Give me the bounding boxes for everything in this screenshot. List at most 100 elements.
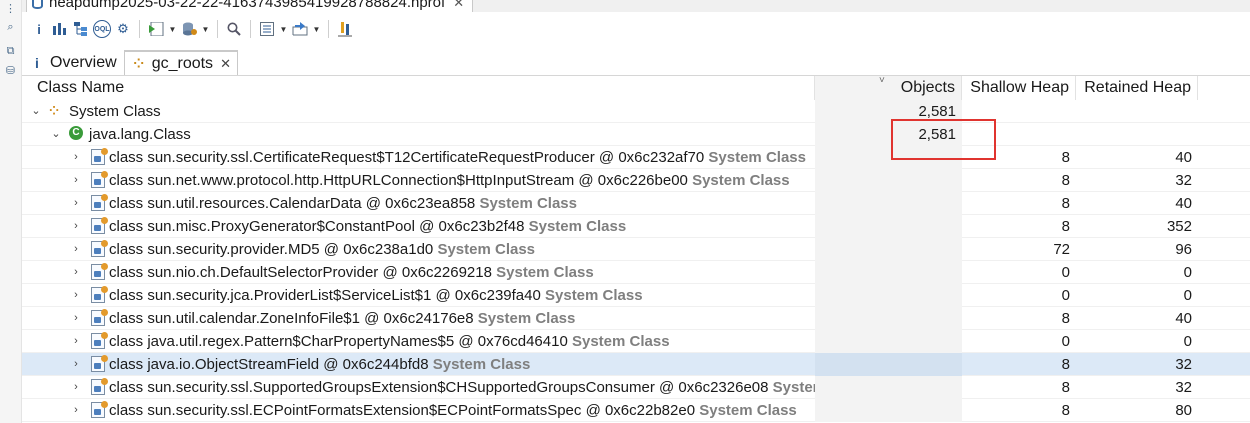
shallow-heap-cell: 8 xyxy=(1061,378,1070,396)
chevron-right-icon[interactable]: › xyxy=(70,399,82,422)
retained-heap-cell: 40 xyxy=(1175,194,1192,212)
toolbar-separator xyxy=(139,20,140,38)
table-row[interactable]: › class sun.security.ssl.ECPointFormatsEx… xyxy=(22,398,1250,422)
table-row[interactable]: › class sun.util.resources.CalendarData @… xyxy=(22,191,1250,215)
class-name-text: class sun.nio.ch.DefaultSelectorProvider… xyxy=(109,261,594,284)
database-icon xyxy=(32,0,43,9)
objects-cell xyxy=(815,283,962,307)
chevron-down-icon[interactable]: ▼ xyxy=(279,20,288,38)
class-object-icon xyxy=(91,377,108,395)
chevron-right-icon[interactable]: › xyxy=(70,238,82,261)
class-name-cell: › class java.io.ObjectStreamField @ 0x6c2… xyxy=(22,353,815,376)
table-row[interactable]: › class sun.util.calendar.ZoneInfoFile$1 … xyxy=(22,306,1250,330)
table-row[interactable]: › class sun.security.ssl.SupportedGroupsE… xyxy=(22,375,1250,399)
histogram-icon[interactable] xyxy=(51,20,69,38)
chevron-down-icon[interactable]: ⌄ xyxy=(30,100,42,123)
class-name-cell: › class sun.util.calendar.ZoneInfoFile$1 … xyxy=(22,307,815,330)
class-name-label: System Class xyxy=(69,102,161,120)
retained-heap-cell: 0 xyxy=(1183,332,1192,350)
filler-cell xyxy=(1198,261,1250,284)
chevron-down-icon[interactable]: ▼ xyxy=(168,20,177,38)
column-header-objects[interactable]: ˅ Objects xyxy=(815,75,962,100)
filler-cell xyxy=(1198,100,1250,123)
editor-tab-heapdump[interactable]: heapdump2025-03-22-22-416374398541992878… xyxy=(26,0,474,12)
class-name-label: class sun.misc.ProxyGenerator$ConstantPo… xyxy=(109,217,525,235)
table-row[interactable]: › class sun.nio.ch.DefaultSelectorProvide… xyxy=(22,260,1250,284)
chevron-right-icon[interactable]: › xyxy=(70,284,82,307)
class-name-cell: › class sun.net.www.protocol.http.HttpURL… xyxy=(22,169,815,192)
column-header-retained-heap[interactable]: Retained Heap xyxy=(1076,76,1198,100)
oql-icon[interactable]: OQL xyxy=(93,20,111,38)
chevron-right-icon[interactable]: › xyxy=(70,353,82,376)
retained-heap-cell xyxy=(1076,100,1198,123)
class-name-text: class java.io.ObjectStreamField @ 0x6c24… xyxy=(109,353,530,376)
pin-icon[interactable] xyxy=(336,20,354,38)
gc-roots-icon: ⁘ xyxy=(133,55,145,71)
table-row[interactable]: › class sun.security.jca.ProviderList$Ser… xyxy=(22,283,1250,307)
gc-roots-icon: ⁘ xyxy=(49,103,60,118)
thread-icon[interactable]: ⚙ xyxy=(114,20,132,38)
chevron-right-icon[interactable]: › xyxy=(70,215,82,238)
heap-dump-details-icon[interactable]: ⛁ xyxy=(3,64,18,79)
table-row[interactable]: › class sun.misc.ProxyGenerator$ConstantP… xyxy=(22,214,1250,238)
retained-heap-cell: 0 xyxy=(1183,286,1192,304)
chevron-right-icon[interactable]: › xyxy=(70,376,82,399)
class-name-text: class sun.net.www.protocol.http.HttpURLC… xyxy=(109,169,790,192)
table-row[interactable]: › class sun.security.provider.MD5 @ 0x6c2… xyxy=(22,237,1250,261)
table-row[interactable]: ⌄ ⁘ System Class 2,581 xyxy=(22,99,1250,123)
chevron-right-icon[interactable]: › xyxy=(70,146,82,169)
table-row[interactable]: ⌄ Cjava.lang.Class 2,581 xyxy=(22,122,1250,146)
column-header-class-name[interactable]: Class Name xyxy=(22,76,815,100)
tab-gc-roots[interactable]: ⁘ gc_roots ✕ xyxy=(123,50,238,75)
toolbar: i OQL ⚙ ▼ ▼ ▼ ▼ xyxy=(22,14,1250,44)
run-report-icon[interactable] xyxy=(147,20,165,38)
column-header-objects-label: Objects xyxy=(900,79,955,96)
tab-overview[interactable]: i Overview xyxy=(22,50,124,75)
class-name-cell: › class java.util.regex.Pattern$CharPrope… xyxy=(22,330,815,353)
class-object-icon xyxy=(91,216,108,234)
close-icon[interactable]: ✕ xyxy=(453,0,464,11)
query-browser-icon[interactable] xyxy=(180,20,198,38)
class-name-text: class java.util.regex.Pattern$CharProper… xyxy=(109,330,670,353)
chevron-down-icon[interactable]: ⌄ xyxy=(50,123,62,146)
dominator-tree-icon[interactable] xyxy=(72,20,90,38)
info-icon[interactable]: i xyxy=(30,20,48,38)
shallow-heap-cell: 8 xyxy=(1061,401,1070,419)
system-class-tag: System Class xyxy=(477,309,576,327)
table-row[interactable]: › class java.util.regex.Pattern$CharPrope… xyxy=(22,329,1250,353)
chevron-down-icon[interactable]: ▼ xyxy=(201,20,210,38)
chevron-down-icon[interactable]: ▼ xyxy=(312,20,321,38)
chevron-right-icon[interactable]: › xyxy=(70,169,82,192)
column-header-filler xyxy=(1198,76,1250,100)
class-name-cell: › class sun.nio.ch.DefaultSelectorProvide… xyxy=(22,261,815,284)
table-row[interactable]: › class java.io.ObjectStreamField @ 0x6c2… xyxy=(22,352,1250,376)
inspector-icon[interactable]: ⌕ xyxy=(3,20,18,35)
navigation-history-icon[interactable]: ⋮ xyxy=(3,2,18,17)
search-icon[interactable] xyxy=(225,20,243,38)
table-row[interactable]: › class sun.net.www.protocol.http.HttpURL… xyxy=(22,168,1250,192)
system-class-tag: System Class xyxy=(692,171,790,189)
class-object-icon xyxy=(91,308,108,326)
tab-overview-label: Overview xyxy=(50,54,117,71)
retained-heap-cell: 32 xyxy=(1175,378,1192,396)
export-icon[interactable] xyxy=(291,20,309,38)
group-by-icon[interactable] xyxy=(258,20,276,38)
retained-heap-cell: 32 xyxy=(1175,355,1192,373)
table-row[interactable]: › class sun.security.ssl.CertificateReque… xyxy=(22,145,1250,169)
close-icon[interactable]: ✕ xyxy=(220,56,231,72)
class-name-cell: › class sun.misc.ProxyGenerator$ConstantP… xyxy=(22,215,815,238)
chevron-right-icon[interactable]: › xyxy=(70,261,82,284)
filler-cell xyxy=(1198,284,1250,307)
chevron-right-icon[interactable]: › xyxy=(70,192,82,215)
chevron-right-icon[interactable]: › xyxy=(70,330,82,353)
copy-icon[interactable]: ⧉ xyxy=(3,44,18,59)
system-class-tag: System Class xyxy=(437,240,536,258)
class-name-cell: › class sun.security.ssl.SupportedGroupsE… xyxy=(22,376,815,399)
tab-gc-roots-label: gc_roots xyxy=(151,54,214,72)
class-name-cell: › class sun.security.provider.MD5 @ 0x6c2… xyxy=(22,238,815,261)
class-name-label: class java.io.ObjectStreamField @ 0x6c24… xyxy=(109,355,429,373)
chevron-right-icon[interactable]: › xyxy=(70,307,82,330)
class-name-label: class sun.security.ssl.ECPointFormatsExt… xyxy=(109,401,696,419)
column-header-shallow-heap[interactable]: Shallow Heap xyxy=(962,76,1076,100)
sort-descending-icon: ˅ xyxy=(879,75,885,86)
